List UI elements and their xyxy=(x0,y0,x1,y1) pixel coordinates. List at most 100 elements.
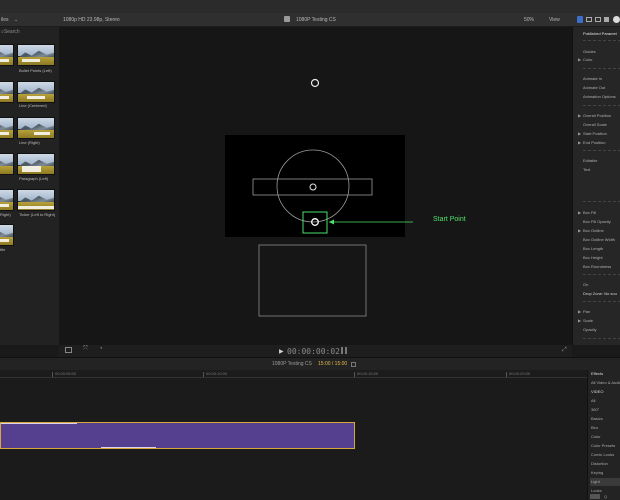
inspector-param[interactable]: Start Position xyxy=(583,131,607,136)
transform-tool-icon[interactable]: ⤧ xyxy=(83,346,88,353)
disclosure-triangle-icon[interactable]: ▶ xyxy=(578,309,581,314)
viewer-bottom-bar: ⤧ ◔ ▶ 00:00:00:02 ⤢ xyxy=(59,345,572,357)
title-thumbnail[interactable] xyxy=(17,153,55,175)
view-menu[interactable]: View xyxy=(549,17,560,23)
effects-category[interactable]: VIDEO xyxy=(590,388,620,396)
drop-zone-param[interactable]: Drop Zone: No sou xyxy=(583,291,617,296)
effects-category[interactable]: Keying xyxy=(590,469,620,477)
list-icon[interactable] xyxy=(586,17,592,22)
effects-category[interactable]: Basics xyxy=(590,415,620,423)
clip-keyframe-line xyxy=(101,447,156,448)
effects-category[interactable]: 360° xyxy=(590,406,620,414)
timeline-history-icon[interactable] xyxy=(351,362,356,367)
timeline-duration: 15:00 / 15:00 xyxy=(318,361,348,367)
inspector-param[interactable]: End Position xyxy=(583,140,605,145)
fullscreen-icon[interactable]: ⤢ xyxy=(562,347,567,354)
effects-category[interactable]: All Video & Audio xyxy=(590,379,620,387)
title-thumbnail[interactable] xyxy=(0,81,14,103)
inspector-param[interactable]: Color xyxy=(583,57,593,62)
inspector-param[interactable]: Box Fill Opacity xyxy=(583,219,611,224)
browser-panel: ⌕Search Bullet Points (Left) Line (Cente… xyxy=(0,27,59,345)
speed-icon[interactable]: ◔ xyxy=(99,346,103,352)
disclosure-triangle-icon[interactable]: ▶ xyxy=(578,113,581,118)
info-icon[interactable] xyxy=(613,16,620,23)
effects-category[interactable]: Blur xyxy=(590,424,620,432)
title-thumbnail[interactable] xyxy=(0,224,14,246)
effects-category[interactable]: All xyxy=(590,397,620,405)
browser-menu[interactable]: iles xyxy=(1,17,9,23)
format-info: 1080p HD 23.98p, Stereo xyxy=(63,17,120,23)
disclosure-triangle-icon[interactable]: ▶ xyxy=(578,140,581,145)
film-icon[interactable] xyxy=(595,17,601,22)
timeline[interactable] xyxy=(0,378,587,500)
inspector-param[interactable]: Pan xyxy=(583,309,590,314)
effects-view-toggle[interactable] xyxy=(590,494,600,499)
onscreen-control-handle[interactable] xyxy=(310,78,320,88)
title-thumbnail[interactable] xyxy=(17,81,55,103)
inspector-param[interactable]: Box Length xyxy=(583,246,603,251)
thumbnail-label: Paragraph (Left) xyxy=(19,176,49,181)
browser-search[interactable]: ⌕Search xyxy=(0,29,57,37)
inspector-param[interactable]: Animate In xyxy=(583,76,602,81)
timecode-display: 00:00:00:02 xyxy=(287,347,340,356)
inspector-param[interactable]: Scale xyxy=(583,318,593,323)
effects-category-selected[interactable]: Light xyxy=(590,478,620,486)
disclosure-triangle-icon[interactable]: ▶ xyxy=(578,318,581,323)
timeline-clip[interactable] xyxy=(0,422,355,449)
inspector-param[interactable]: Overall Scale xyxy=(583,122,607,127)
disclosure-triangle-icon[interactable]: ▶ xyxy=(578,131,581,136)
inspector-param[interactable]: Guides xyxy=(583,49,596,54)
inspector-param[interactable]: On xyxy=(583,282,588,287)
inspector-toggle-icon[interactable] xyxy=(577,16,583,23)
disclosure-triangle-icon[interactable]: ▶ xyxy=(578,210,581,215)
inspector-header: Published Paramet xyxy=(583,31,617,36)
inspector-param[interactable]: Box Outline Width xyxy=(583,237,615,242)
inspector-param[interactable]: Text xyxy=(583,167,590,172)
ruler-label: 00:00:15:00 xyxy=(357,371,379,376)
separator xyxy=(583,274,620,275)
separator xyxy=(583,301,620,302)
thumbnail-label: Right) xyxy=(0,212,11,217)
inspector-param[interactable]: Box Height xyxy=(583,255,603,260)
title-thumbnail[interactable] xyxy=(17,117,55,139)
title-thumbnail[interactable] xyxy=(17,189,55,211)
inspector-param[interactable]: Box Roundness xyxy=(583,264,611,269)
inspector-param[interactable]: Box Outline xyxy=(583,228,604,233)
search-icon[interactable]: Q xyxy=(604,494,607,499)
inspector-param[interactable]: Opacity xyxy=(583,327,597,332)
effects-header: Effects xyxy=(591,371,604,376)
window-top-strip xyxy=(0,0,620,13)
viewer-options-icon[interactable] xyxy=(65,347,72,353)
effects-category[interactable]: Color xyxy=(590,433,620,441)
title-thumbnail[interactable] xyxy=(0,189,14,211)
separator xyxy=(583,338,620,339)
thumbnail-label: Bullet Points (Left) xyxy=(19,68,52,73)
ruler-label: 00:00:20:00 xyxy=(509,371,531,376)
inspector-param[interactable]: Editable xyxy=(583,158,597,163)
end-position-box[interactable] xyxy=(258,244,367,317)
ruler-tick xyxy=(203,372,204,377)
inspector-param[interactable]: Overall Position xyxy=(583,113,611,118)
separator xyxy=(583,105,620,106)
search-input[interactable]: Search xyxy=(4,29,20,35)
title-thumbnail[interactable] xyxy=(0,153,14,175)
timeline-header: 1080P Testing CS 15:00 / 15:00 xyxy=(0,357,620,370)
title-thumbnail[interactable] xyxy=(17,44,55,66)
effects-category[interactable]: Comic Looks xyxy=(590,451,620,459)
title-thumbnail[interactable] xyxy=(0,44,14,66)
filter-icon[interactable] xyxy=(604,17,609,22)
thumbnail-label: Line (Centered) xyxy=(19,103,47,108)
zoom-menu[interactable]: 50% xyxy=(524,17,534,23)
inspector-param[interactable]: Box Fill xyxy=(583,210,596,215)
inspector-param[interactable]: Animation Options xyxy=(583,94,616,99)
title-thumbnail[interactable] xyxy=(0,117,14,139)
play-icon[interactable]: ▶ xyxy=(279,348,284,355)
chevron-down-icon[interactable]: ⌄ xyxy=(14,17,18,23)
disclosure-triangle-icon[interactable]: ▶ xyxy=(578,57,581,62)
effects-category[interactable]: Distortion xyxy=(590,460,620,468)
timeline-ruler[interactable]: 00:00:05:00 00:00:10:00 00:00:15:00 00:0… xyxy=(0,370,587,378)
inspector-param[interactable]: Animate Out xyxy=(583,85,605,90)
disclosure-triangle-icon[interactable]: ▶ xyxy=(578,228,581,233)
effects-category[interactable]: Color Presets xyxy=(590,442,620,450)
thumbnail-label: Ticker (Left to Right) xyxy=(19,212,56,217)
